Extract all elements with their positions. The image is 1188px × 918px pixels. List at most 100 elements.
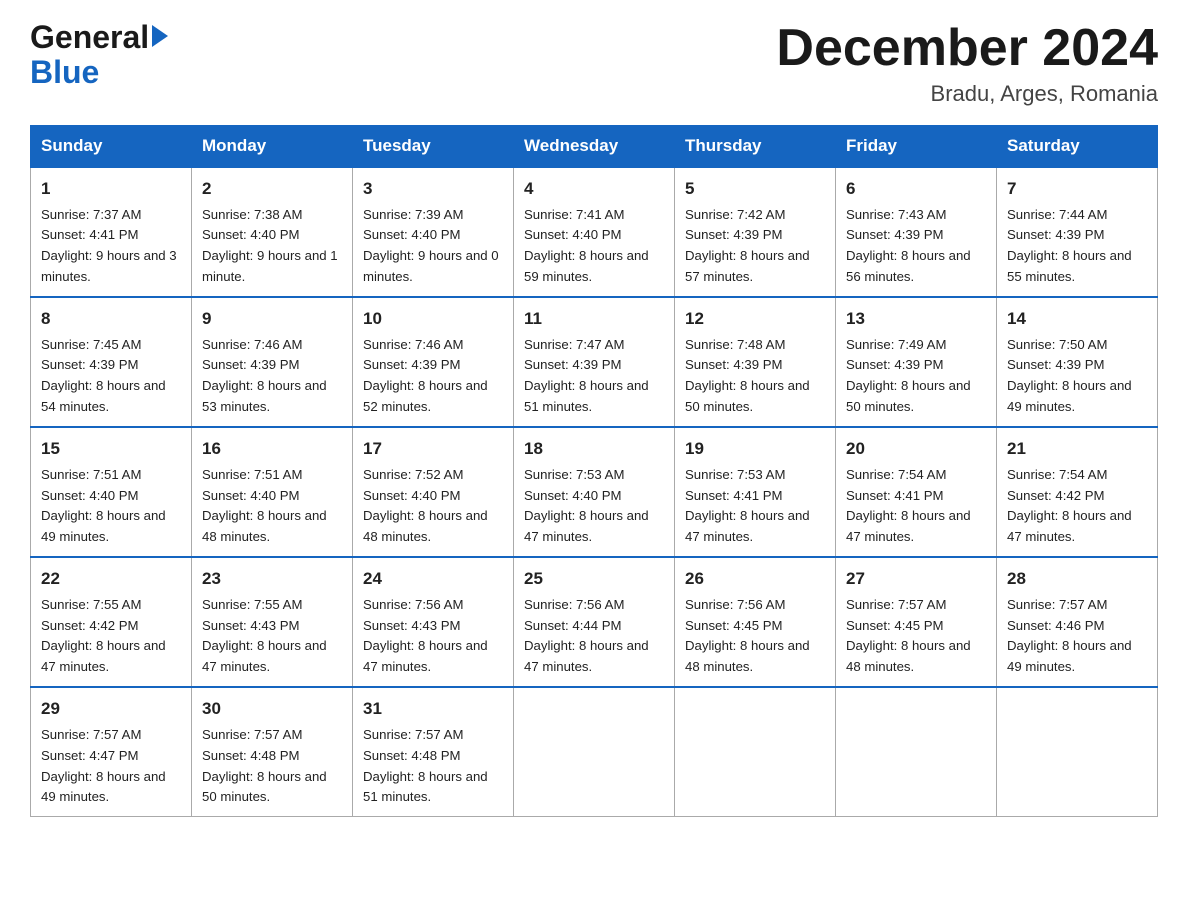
calendar-cell: 31 Sunrise: 7:57 AMSunset: 4:48 PMDaylig… [353,687,514,817]
day-number: 3 [363,176,503,202]
month-title: December 2024 [776,20,1158,77]
day-number: 21 [1007,436,1147,462]
title-block: December 2024 Bradu, Arges, Romania [776,20,1158,107]
day-number: 25 [524,566,664,592]
day-number: 8 [41,306,181,332]
calendar-week-4: 22 Sunrise: 7:55 AMSunset: 4:42 PMDaylig… [31,557,1158,687]
calendar-cell: 26 Sunrise: 7:56 AMSunset: 4:45 PMDaylig… [675,557,836,687]
calendar-cell: 8 Sunrise: 7:45 AMSunset: 4:39 PMDayligh… [31,297,192,427]
day-number: 10 [363,306,503,332]
calendar-cell [836,687,997,817]
day-info: Sunrise: 7:57 AMSunset: 4:48 PMDaylight:… [363,727,488,805]
day-number: 24 [363,566,503,592]
col-thursday: Thursday [675,126,836,168]
day-number: 11 [524,306,664,332]
day-number: 9 [202,306,342,332]
day-info: Sunrise: 7:56 AMSunset: 4:45 PMDaylight:… [685,597,810,675]
day-info: Sunrise: 7:57 AMSunset: 4:47 PMDaylight:… [41,727,166,805]
calendar-cell: 23 Sunrise: 7:55 AMSunset: 4:43 PMDaylig… [192,557,353,687]
day-info: Sunrise: 7:56 AMSunset: 4:44 PMDaylight:… [524,597,649,675]
day-info: Sunrise: 7:57 AMSunset: 4:46 PMDaylight:… [1007,597,1132,675]
day-info: Sunrise: 7:54 AMSunset: 4:41 PMDaylight:… [846,467,971,545]
day-info: Sunrise: 7:55 AMSunset: 4:42 PMDaylight:… [41,597,166,675]
day-info: Sunrise: 7:49 AMSunset: 4:39 PMDaylight:… [846,337,971,415]
col-sunday: Sunday [31,126,192,168]
calendar-cell: 18 Sunrise: 7:53 AMSunset: 4:40 PMDaylig… [514,427,675,557]
day-info: Sunrise: 7:50 AMSunset: 4:39 PMDaylight:… [1007,337,1132,415]
logo-blue: Blue [30,54,99,90]
col-wednesday: Wednesday [514,126,675,168]
day-info: Sunrise: 7:53 AMSunset: 4:41 PMDaylight:… [685,467,810,545]
day-info: Sunrise: 7:57 AMSunset: 4:48 PMDaylight:… [202,727,327,805]
header-row: Sunday Monday Tuesday Wednesday Thursday… [31,126,1158,168]
day-number: 19 [685,436,825,462]
calendar-cell: 4 Sunrise: 7:41 AMSunset: 4:40 PMDayligh… [514,167,675,297]
calendar-cell: 9 Sunrise: 7:46 AMSunset: 4:39 PMDayligh… [192,297,353,427]
day-info: Sunrise: 7:45 AMSunset: 4:39 PMDaylight:… [41,337,166,415]
calendar-cell: 28 Sunrise: 7:57 AMSunset: 4:46 PMDaylig… [997,557,1158,687]
calendar-cell: 13 Sunrise: 7:49 AMSunset: 4:39 PMDaylig… [836,297,997,427]
calendar-cell: 19 Sunrise: 7:53 AMSunset: 4:41 PMDaylig… [675,427,836,557]
day-info: Sunrise: 7:43 AMSunset: 4:39 PMDaylight:… [846,207,971,285]
calendar-cell: 21 Sunrise: 7:54 AMSunset: 4:42 PMDaylig… [997,427,1158,557]
calendar-cell: 1 Sunrise: 7:37 AMSunset: 4:41 PMDayligh… [31,167,192,297]
calendar-week-2: 8 Sunrise: 7:45 AMSunset: 4:39 PMDayligh… [31,297,1158,427]
location: Bradu, Arges, Romania [776,81,1158,107]
day-number: 6 [846,176,986,202]
day-number: 16 [202,436,342,462]
day-number: 23 [202,566,342,592]
calendar-cell: 29 Sunrise: 7:57 AMSunset: 4:47 PMDaylig… [31,687,192,817]
calendar-cell: 2 Sunrise: 7:38 AMSunset: 4:40 PMDayligh… [192,167,353,297]
calendar-cell: 20 Sunrise: 7:54 AMSunset: 4:41 PMDaylig… [836,427,997,557]
calendar-cell: 15 Sunrise: 7:51 AMSunset: 4:40 PMDaylig… [31,427,192,557]
calendar-cell: 17 Sunrise: 7:52 AMSunset: 4:40 PMDaylig… [353,427,514,557]
calendar-cell [997,687,1158,817]
logo: General Blue [30,20,168,90]
day-info: Sunrise: 7:41 AMSunset: 4:40 PMDaylight:… [524,207,649,285]
calendar-cell: 5 Sunrise: 7:42 AMSunset: 4:39 PMDayligh… [675,167,836,297]
calendar-cell: 14 Sunrise: 7:50 AMSunset: 4:39 PMDaylig… [997,297,1158,427]
day-number: 7 [1007,176,1147,202]
day-number: 31 [363,696,503,722]
day-number: 17 [363,436,503,462]
col-monday: Monday [192,126,353,168]
day-number: 1 [41,176,181,202]
day-number: 13 [846,306,986,332]
day-number: 4 [524,176,664,202]
col-friday: Friday [836,126,997,168]
calendar-cell: 22 Sunrise: 7:55 AMSunset: 4:42 PMDaylig… [31,557,192,687]
day-info: Sunrise: 7:55 AMSunset: 4:43 PMDaylight:… [202,597,327,675]
header: General Blue December 2024 Bradu, Arges,… [30,20,1158,107]
col-tuesday: Tuesday [353,126,514,168]
calendar-week-5: 29 Sunrise: 7:57 AMSunset: 4:47 PMDaylig… [31,687,1158,817]
day-number: 14 [1007,306,1147,332]
calendar-cell: 24 Sunrise: 7:56 AMSunset: 4:43 PMDaylig… [353,557,514,687]
day-number: 29 [41,696,181,722]
day-number: 28 [1007,566,1147,592]
calendar-cell [514,687,675,817]
day-info: Sunrise: 7:56 AMSunset: 4:43 PMDaylight:… [363,597,488,675]
day-number: 22 [41,566,181,592]
day-number: 20 [846,436,986,462]
logo-arrow-icon [152,25,168,47]
day-info: Sunrise: 7:57 AMSunset: 4:45 PMDaylight:… [846,597,971,675]
day-number: 15 [41,436,181,462]
day-info: Sunrise: 7:46 AMSunset: 4:39 PMDaylight:… [363,337,488,415]
calendar-cell: 11 Sunrise: 7:47 AMSunset: 4:39 PMDaylig… [514,297,675,427]
day-info: Sunrise: 7:37 AMSunset: 4:41 PMDaylight:… [41,207,177,285]
day-info: Sunrise: 7:44 AMSunset: 4:39 PMDaylight:… [1007,207,1132,285]
calendar-cell: 12 Sunrise: 7:48 AMSunset: 4:39 PMDaylig… [675,297,836,427]
col-saturday: Saturday [997,126,1158,168]
calendar-cell: 6 Sunrise: 7:43 AMSunset: 4:39 PMDayligh… [836,167,997,297]
page: General Blue December 2024 Bradu, Arges,… [0,0,1188,837]
day-number: 27 [846,566,986,592]
calendar-cell: 7 Sunrise: 7:44 AMSunset: 4:39 PMDayligh… [997,167,1158,297]
calendar-week-3: 15 Sunrise: 7:51 AMSunset: 4:40 PMDaylig… [31,427,1158,557]
calendar-cell: 10 Sunrise: 7:46 AMSunset: 4:39 PMDaylig… [353,297,514,427]
day-number: 30 [202,696,342,722]
day-number: 5 [685,176,825,202]
day-info: Sunrise: 7:39 AMSunset: 4:40 PMDaylight:… [363,207,499,285]
day-number: 2 [202,176,342,202]
day-number: 12 [685,306,825,332]
day-info: Sunrise: 7:48 AMSunset: 4:39 PMDaylight:… [685,337,810,415]
